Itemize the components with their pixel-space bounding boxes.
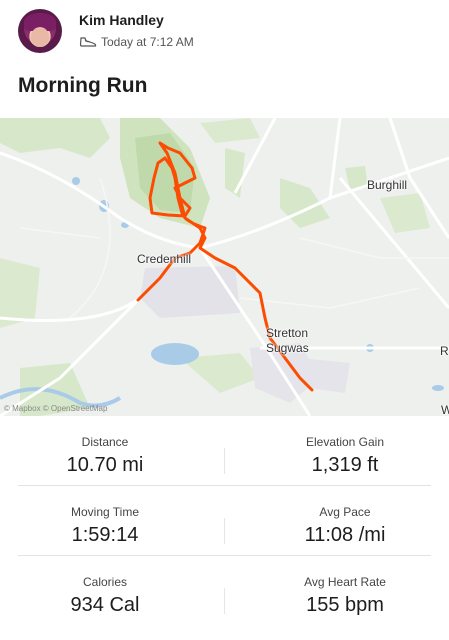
stat-divider	[224, 518, 225, 544]
map-attribution[interactable]: © Mapbox © OpenStreetMap	[4, 404, 107, 413]
activity-meta: Today at 7:12 AM	[79, 35, 194, 49]
activity-timestamp: Today at 7:12 AM	[101, 35, 194, 49]
map-label-stretton: Stretton	[266, 326, 309, 340]
map-label-burghill: Burghill	[367, 178, 408, 192]
route-map[interactable]: Burghill Credenhill Stretton Sugwas R W …	[0, 118, 449, 416]
stat-value: 934 Cal	[70, 594, 140, 616]
map-canvas	[0, 118, 449, 416]
map-label-credenhill: Credenhill	[137, 252, 192, 266]
stats-grid: Distance 10.70 mi Elevation Gain 1,319 f…	[0, 416, 449, 626]
activity-title[interactable]: Morning Run	[18, 74, 147, 98]
stat-value: 1,319 ft	[311, 454, 379, 476]
stat-label: Elevation Gain	[305, 435, 385, 449]
stat-elevation-gain: Elevation Gain 1,319 ft	[240, 416, 449, 477]
stat-label: Moving Time	[70, 505, 140, 519]
stats-row: Calories 934 Cal Avg Heart Rate 155 bpm	[18, 556, 431, 626]
stat-value: 11:08 /mi	[304, 524, 386, 546]
stat-distance: Distance 10.70 mi	[0, 416, 210, 477]
activity-header: Kim Handley Today at 7:12 AM	[0, 0, 449, 70]
map-label-edge-w: W	[441, 403, 449, 416]
stat-value: 155 bpm	[306, 594, 384, 616]
stat-label: Avg Heart Rate	[304, 575, 386, 589]
stat-divider	[224, 588, 225, 614]
athlete-name[interactable]: Kim Handley	[79, 12, 164, 28]
stat-label: Avg Pace	[319, 505, 371, 519]
map-label-edge-r: R	[440, 344, 449, 358]
stat-label: Distance	[81, 435, 129, 449]
stat-calories: Calories 934 Cal	[0, 556, 210, 617]
stat-label: Calories	[82, 575, 127, 589]
athlete-avatar[interactable]	[18, 9, 62, 53]
stats-row: Moving Time 1:59:14 Avg Pace 11:08 /mi	[18, 486, 431, 556]
stat-avg-heart-rate: Avg Heart Rate 155 bpm	[240, 556, 449, 617]
stat-value: 1:59:14	[71, 524, 139, 546]
stat-divider	[224, 448, 225, 474]
shoe-icon	[79, 37, 97, 47]
stat-value: 10.70 mi	[66, 454, 144, 476]
stat-moving-time: Moving Time 1:59:14	[0, 486, 210, 547]
map-label-sugwas: Sugwas	[266, 341, 309, 355]
stats-row: Distance 10.70 mi Elevation Gain 1,319 f…	[18, 416, 431, 486]
stat-avg-pace: Avg Pace 11:08 /mi	[240, 486, 449, 547]
